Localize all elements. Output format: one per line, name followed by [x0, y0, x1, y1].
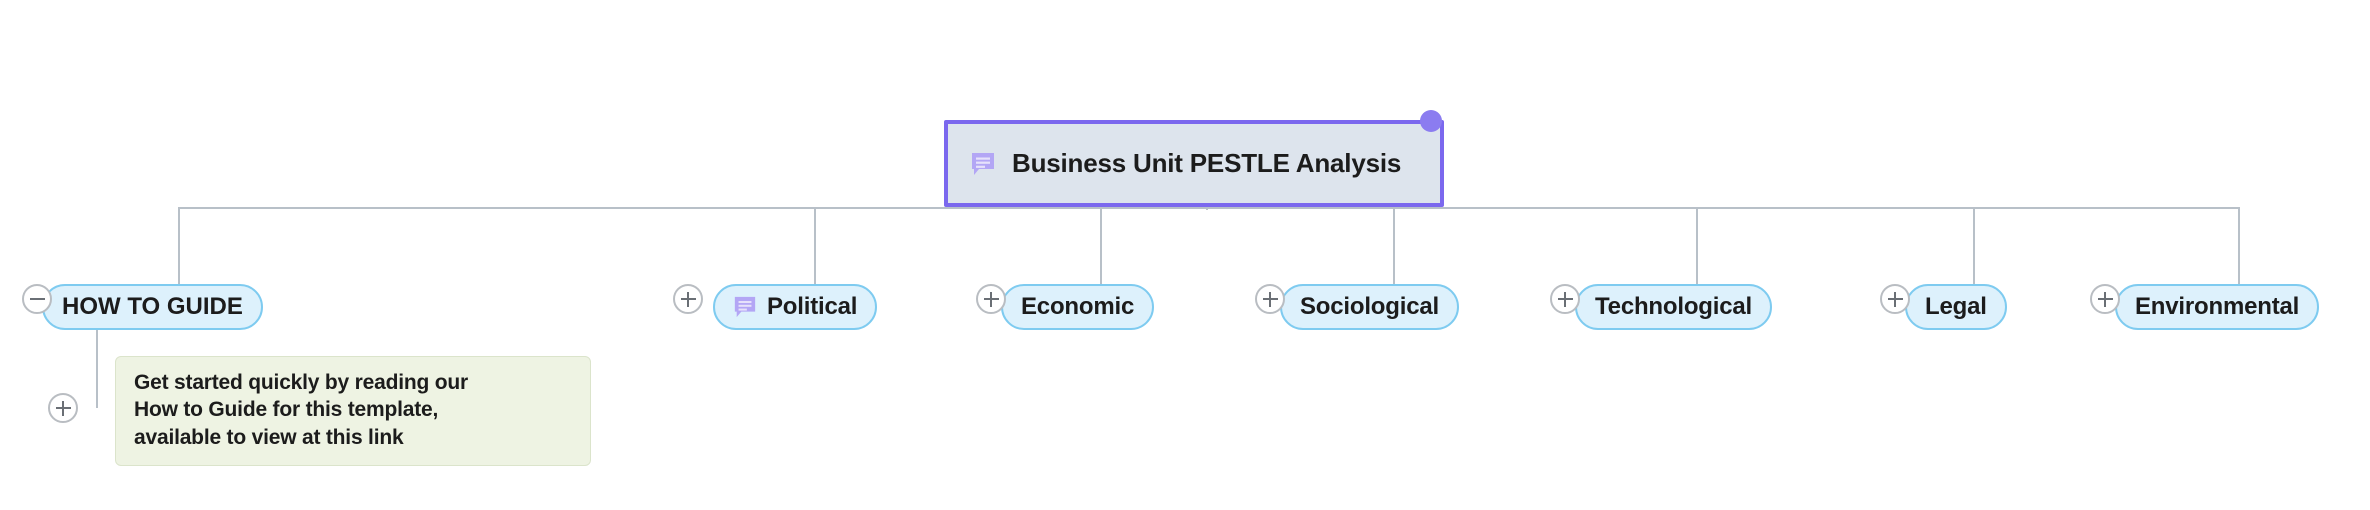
connector-drop-economic	[1100, 207, 1102, 284]
mindmap-canvas[interactable]: Business Unit PESTLE Analysis HOW TO GUI…	[0, 0, 2370, 510]
node-economic-label: Economic	[1021, 293, 1135, 320]
note-box[interactable]: Get started quickly by reading our How t…	[115, 356, 591, 466]
toggle-sociological[interactable]	[1255, 284, 1285, 314]
plus-icon-v	[1269, 291, 1271, 307]
connector-drop-technological	[1696, 207, 1698, 284]
node-legal[interactable]: Legal	[1905, 284, 2007, 330]
toggle-environmental[interactable]	[2090, 284, 2120, 314]
node-technological-label: Technological	[1595, 293, 1752, 320]
comment-bubble-icon	[970, 151, 996, 177]
connector-drop-environmental	[2238, 207, 2240, 284]
toggle-technological[interactable]	[1550, 284, 1580, 314]
node-legal-label: Legal	[1925, 293, 1987, 320]
toggle-how-to-guide[interactable]	[22, 284, 52, 314]
toggle-economic[interactable]	[976, 284, 1006, 314]
toggle-political[interactable]	[673, 284, 703, 314]
node-how-to-guide[interactable]: HOW TO GUIDE	[42, 284, 263, 330]
plus-icon-v	[1564, 291, 1566, 307]
node-technological[interactable]: Technological	[1575, 284, 1772, 330]
root-node-label: Business Unit PESTLE Analysis	[1012, 148, 1402, 178]
comment-bubble-icon	[733, 295, 757, 319]
plus-icon-v	[990, 291, 992, 307]
node-political-label: Political	[767, 293, 858, 320]
note-line: available to view at this link	[134, 425, 404, 449]
plus-icon-v	[1894, 291, 1896, 307]
connector-drop-legal	[1973, 207, 1975, 284]
toggle-legal[interactable]	[1880, 284, 1910, 314]
node-how-to-guide-label: HOW TO GUIDE	[62, 293, 243, 320]
node-sociological[interactable]: Sociological	[1280, 284, 1459, 330]
selection-handle-dot[interactable]	[1420, 110, 1442, 132]
root-node[interactable]: Business Unit PESTLE Analysis	[944, 120, 1444, 207]
connector-drop-note	[96, 330, 98, 408]
minus-icon	[29, 298, 45, 300]
plus-icon-v	[687, 291, 689, 307]
note-line: How to Guide for this template,	[134, 398, 439, 422]
node-environmental-label: Environmental	[2135, 293, 2300, 320]
connector-drop-sociological	[1393, 207, 1395, 284]
connector-drop-political	[814, 207, 816, 284]
toggle-note[interactable]	[48, 393, 78, 423]
note-line: Get started quickly by reading our	[134, 371, 468, 394]
node-political[interactable]: Political	[713, 284, 878, 330]
node-environmental[interactable]: Environmental	[2115, 284, 2320, 330]
plus-icon-v	[2104, 291, 2106, 307]
connector-drop-how-to-guide	[178, 207, 180, 284]
connector-trunk	[178, 207, 2239, 209]
node-economic[interactable]: Economic	[1001, 284, 1155, 330]
plus-icon-v	[62, 400, 64, 416]
node-sociological-label: Sociological	[1300, 293, 1439, 320]
